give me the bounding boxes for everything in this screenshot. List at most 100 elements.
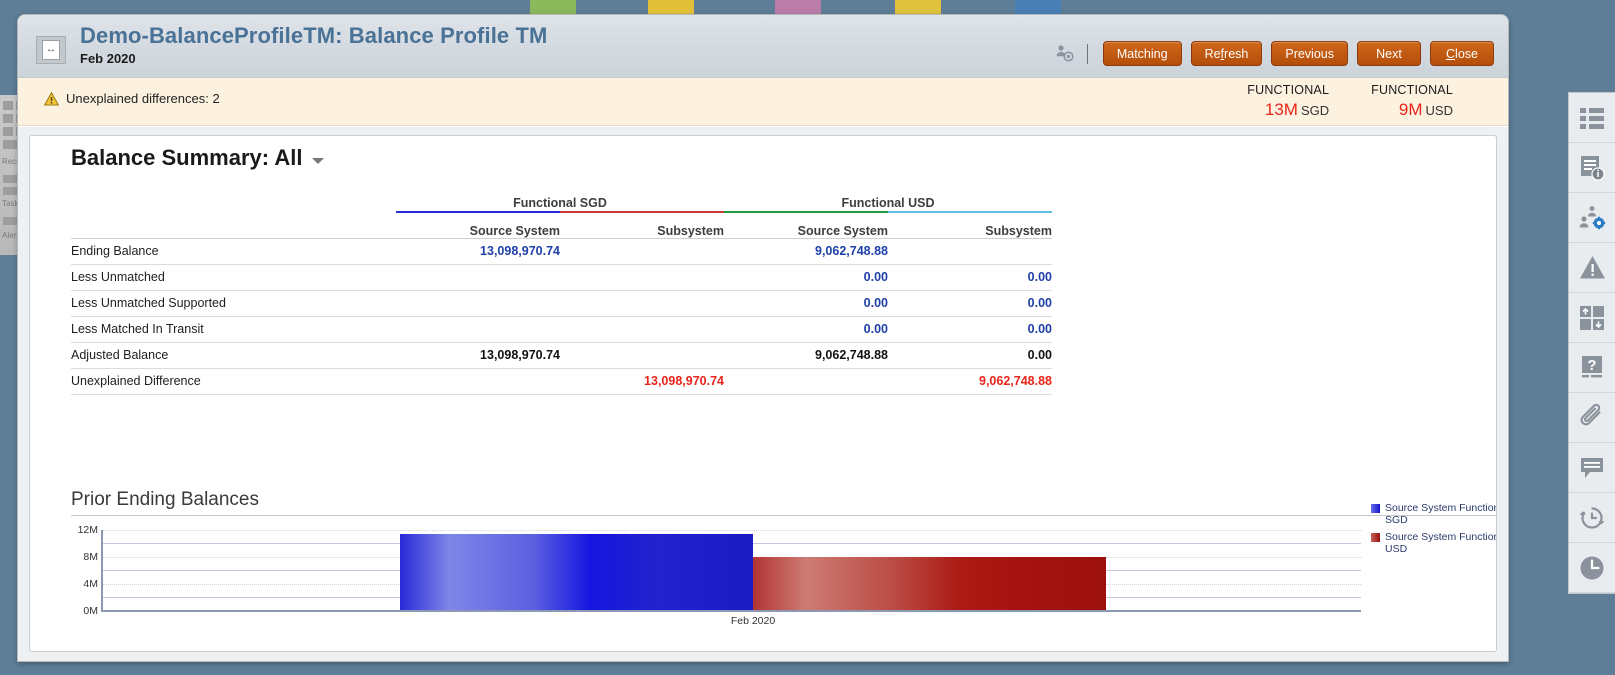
kpi-value: 13M <box>1265 100 1298 119</box>
row-cell <box>396 290 560 316</box>
row-cell <box>396 368 560 394</box>
row-label: Unexplained Difference <box>71 368 396 394</box>
kpi-value: 9M <box>1399 100 1423 119</box>
warning-triangle-icon <box>1579 255 1606 280</box>
chevron-down-icon[interactable] <box>312 158 324 164</box>
bar-source-system-functional-usd[interactable] <box>753 557 1106 610</box>
row-cell <box>560 264 724 290</box>
rail-document-info[interactable] <box>1569 143 1615 193</box>
content-area: Balance Summary: All Functional SGD Fun <box>18 127 1508 661</box>
document-info-icon <box>1579 155 1605 181</box>
prior-ending-balances-chart: Prior Ending Balances 12M 8M 4M 0M Feb 2 <box>71 488 1480 641</box>
y-axis-tick: 4M <box>83 578 98 590</box>
row-cell[interactable]: 0.00 <box>724 264 888 290</box>
kpi-functional-sgd: FUNCTIONAL 13MSGD <box>1247 82 1329 121</box>
row-cell: 13,098,970.74 <box>396 342 560 368</box>
rail-help[interactable]: ? <box>1569 343 1615 393</box>
row-cell <box>396 264 560 290</box>
right-icon-rail: ? <box>1568 92 1615 594</box>
rail-attachments[interactable] <box>1569 393 1615 443</box>
table-row: Less Matched In Transit 0.00 0.00 <box>71 316 1052 342</box>
rail-people-settings[interactable] <box>1569 193 1615 243</box>
row-cell[interactable]: 0.00 <box>724 316 888 342</box>
row-label: Less Unmatched <box>71 264 396 290</box>
legend-item[interactable]: Source System Functional SGD <box>1371 502 1497 526</box>
row-cell[interactable]: 0.00 <box>888 316 1052 342</box>
group-header-functional-sgd: Functional SGD <box>396 188 724 210</box>
chart-legend: Source System Functional SGD Source Syst… <box>1371 502 1497 560</box>
refresh-button[interactable]: Refresh <box>1191 41 1263 66</box>
page-title: Demo-BalanceProfileTM: Balance Profile T… <box>80 23 547 49</box>
question-mark-icon: ? <box>1579 355 1605 381</box>
balance-summary-header: Balance Summary: All <box>71 144 324 172</box>
row-cell[interactable]: 9,062,748.88 <box>888 368 1052 394</box>
alert-message: Unexplained differences: 2 <box>66 91 220 106</box>
history-refresh-icon <box>1578 505 1606 531</box>
alert-bar: Unexplained differences: 2 FUNCTIONAL 13… <box>18 78 1508 126</box>
close-label: Close <box>1446 47 1478 61</box>
svg-text:?: ? <box>1587 357 1596 374</box>
table-row: Less Unmatched 0.00 0.00 <box>71 264 1052 290</box>
user-permissions-icon[interactable] <box>1054 43 1076 65</box>
y-axis-tick: 8M <box>83 551 98 563</box>
row-cell[interactable]: 13,098,970.74 <box>560 368 724 394</box>
legend-item[interactable]: Source System Functional USD <box>1371 531 1497 555</box>
legend-label: Source System Functional SGD <box>1385 502 1497 526</box>
row-cell <box>396 316 560 342</box>
row-cell <box>560 290 724 316</box>
kpi-group: FUNCTIONAL 13MSGD FUNCTIONAL 9MUSD <box>1247 82 1453 121</box>
table-row: Unexplained Difference 13,098,970.74 9,0… <box>71 368 1052 394</box>
rail-grid-transfer[interactable] <box>1569 293 1615 343</box>
list-view-icon <box>1579 106 1605 130</box>
table-row: Ending Balance 13,098,970.74 9,062,748.8… <box>71 238 1052 264</box>
collapse-panel-icon[interactable]: ↔ <box>36 36 66 64</box>
row-cell[interactable]: 9,062,748.88 <box>724 238 888 264</box>
people-settings-icon <box>1578 205 1606 231</box>
group-header-functional-usd: Functional USD <box>724 188 1052 210</box>
y-axis-tick: 0M <box>83 605 98 617</box>
previous-button[interactable]: Previous <box>1271 41 1348 66</box>
row-cell[interactable]: 13,098,970.74 <box>396 238 560 264</box>
refresh-label: Refresh <box>1205 47 1249 61</box>
rail-schedule[interactable] <box>1569 543 1615 593</box>
balance-summary-card: Balance Summary: All Functional SGD Fun <box>29 135 1497 652</box>
row-cell <box>560 342 724 368</box>
row-cell <box>724 368 888 394</box>
row-label: Less Matched In Transit <box>71 316 396 342</box>
row-cell <box>888 238 1052 264</box>
column-header-blank <box>71 213 396 238</box>
unexplained-differences-alert: Unexplained differences: 2 <box>44 91 220 106</box>
x-axis-tick: Feb 2020 <box>731 615 775 627</box>
row-label: Less Unmatched Supported <box>71 290 396 316</box>
grid-transfer-icon <box>1579 305 1605 331</box>
rail-warnings[interactable] <box>1569 243 1615 293</box>
chart-plot-area: 12M 8M 4M 0M Feb 2020 <box>101 530 1361 612</box>
row-cell[interactable]: 0.00 <box>888 264 1052 290</box>
matching-button[interactable]: Matching <box>1103 41 1182 66</box>
balance-summary-title: Balance Summary: All <box>71 144 303 172</box>
row-cell[interactable]: 0.00 <box>888 290 1052 316</box>
row-cell <box>560 238 724 264</box>
chart-title-divider <box>71 515 1496 516</box>
rail-comments[interactable] <box>1569 443 1615 493</box>
window-titlebar: ↔ Demo-BalanceProfileTM: Balance Profile… <box>18 15 1508 78</box>
page-subtitle: Feb 2020 <box>80 51 547 67</box>
rail-list[interactable] <box>1569 93 1615 143</box>
table-row: Adjusted Balance 13,098,970.74 9,062,748… <box>71 342 1052 368</box>
table-group-header-row: Functional SGD Functional USD <box>71 188 1052 210</box>
bar-source-system-functional-sgd[interactable] <box>400 534 753 610</box>
column-header-usd-subsystem: Subsystem <box>888 213 1052 238</box>
legend-swatch-sgd <box>1371 504 1380 513</box>
row-cell[interactable]: 0.00 <box>724 290 888 316</box>
balance-profile-window: ↔ Demo-BalanceProfileTM: Balance Profile… <box>17 14 1509 662</box>
close-button[interactable]: Close <box>1430 41 1494 66</box>
group-header-spacer <box>71 188 396 210</box>
rail-history[interactable] <box>1569 493 1615 543</box>
toolbar-separator <box>1087 44 1088 64</box>
next-button[interactable]: Next <box>1357 41 1421 66</box>
table-row: Less Unmatched Supported 0.00 0.00 <box>71 290 1052 316</box>
paperclip-icon <box>1579 404 1606 431</box>
legend-label: Source System Functional USD <box>1385 531 1497 555</box>
column-header-usd-source-system: Source System <box>724 213 888 238</box>
warning-triangle-icon <box>44 92 59 106</box>
